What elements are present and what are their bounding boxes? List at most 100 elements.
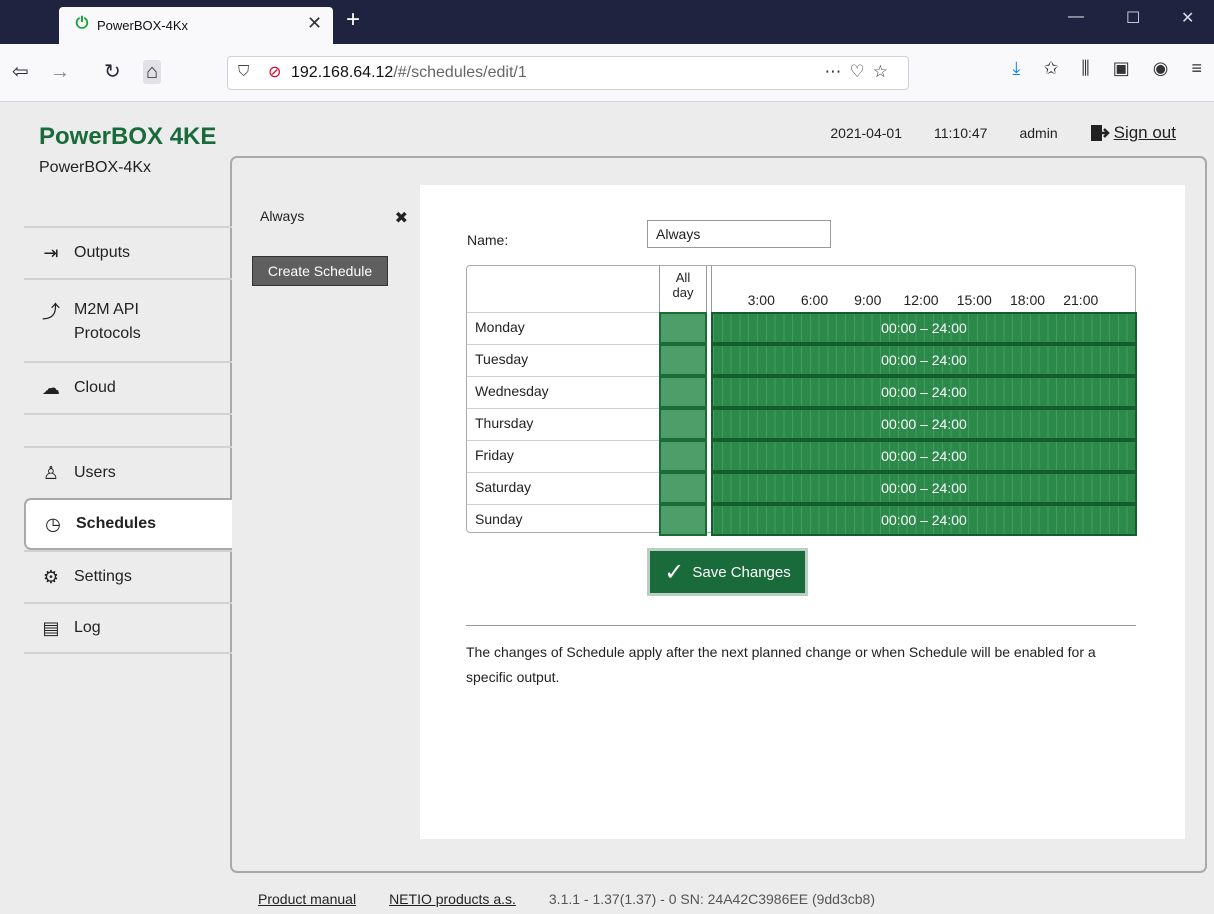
time-range-label: 00:00 – 24:00	[881, 448, 967, 464]
account-icon[interactable]: ◉	[1153, 58, 1169, 78]
nav-label-m2m-line1: M2M API	[74, 301, 139, 318]
shield-icon[interactable]: ⛉	[238, 63, 249, 80]
schedule-name-input[interactable]	[647, 220, 831, 248]
sidebar-icon[interactable]: ▣	[1113, 58, 1130, 78]
m2m-icon: ⤴	[42, 302, 60, 322]
sign-out-link[interactable]: Sign out	[1090, 123, 1176, 143]
time-range-label: 00:00 – 24:00	[881, 352, 967, 368]
nav-item-outputs[interactable]: ⇥ Outputs	[24, 226, 232, 278]
allday-toggle[interactable]	[659, 440, 707, 472]
new-tab-icon[interactable]: +	[346, 6, 360, 34]
schedule-time-bar[interactable]: 00:00 – 24:00	[711, 312, 1137, 344]
allday-toggle[interactable]	[659, 504, 707, 536]
allday-toggle[interactable]	[659, 376, 707, 408]
window-close-icon[interactable]: ✕	[1181, 8, 1194, 28]
minimize-icon[interactable]: —	[1068, 8, 1084, 26]
time-range-label: 00:00 – 24:00	[881, 480, 967, 496]
schedule-time-bar[interactable]: 00:00 – 24:00	[711, 504, 1137, 536]
log-icon: ▤	[42, 617, 60, 638]
delete-schedule-icon[interactable]: ✖	[395, 208, 408, 228]
allday-header-line1: All	[675, 270, 691, 285]
insecure-lock-icon[interactable]: ⊘	[268, 62, 281, 82]
library-icon[interactable]: ⫼	[1081, 58, 1089, 78]
browser-toolbar: ⇦ → ↻ ⌂ ⛉ ⊘ 192.168.64.12/#/schedules/ed…	[0, 44, 1214, 102]
day-label: Wednesday	[467, 376, 659, 408]
save-changes-label: Save Changes	[692, 563, 791, 581]
allday-toggle[interactable]	[659, 344, 707, 376]
schedule-time-bar[interactable]: 00:00 – 24:00	[711, 472, 1137, 504]
url-bar[interactable]: ⛉ ⊘ 192.168.64.12/#/schedules/edit/1 ⋯♡☆	[227, 56, 909, 90]
schedule-grid: All day 3:00 6:00 9:00 12:00 15:00 18:00 21:00…	[466, 265, 1137, 536]
sign-out-icon	[1090, 125, 1110, 141]
header-time: 11:10:47	[934, 125, 988, 141]
day-label: Sunday	[467, 504, 659, 536]
page-actions-icon[interactable]: ⋯	[825, 62, 850, 81]
nav-item-schedules[interactable]: ◷ Schedules	[24, 498, 232, 550]
schedule-time-bar[interactable]: 00:00 – 24:00	[711, 440, 1137, 472]
nav-item-users[interactable]: ♙ Users	[24, 446, 232, 498]
product-manual-link[interactable]: Product manual	[258, 891, 356, 907]
gear-icon: ⚙	[42, 566, 60, 587]
save-changes-button[interactable]: ✓ Save Changes	[647, 548, 808, 596]
home-icon[interactable]: ⌂	[143, 60, 162, 84]
nav-item-cloud[interactable]: ☁ Cloud	[24, 361, 232, 413]
allday-toggle[interactable]	[659, 408, 707, 440]
close-tab-icon[interactable]: ✕	[307, 13, 322, 34]
nav-label-m2m-line2: Protocols	[74, 325, 141, 342]
back-icon[interactable]: ⇦	[12, 60, 29, 84]
download-icon[interactable]: ⤓	[1012, 58, 1020, 78]
schedule-note: The changes of Schedule apply after the …	[466, 644, 1096, 685]
home-star-icon[interactable]: ✩	[1043, 58, 1058, 78]
nav-item-log[interactable]: ▤ Log	[24, 602, 232, 654]
time-range-label: 00:00 – 24:00	[881, 320, 967, 336]
tab-title: PowerBOX-4Kx	[97, 18, 189, 33]
menu-icon[interactable]: ≡	[1191, 58, 1202, 78]
bookmark-star-icon[interactable]: ☆	[873, 62, 896, 81]
divider	[466, 625, 1136, 626]
schedule-time-bar[interactable]: 00:00 – 24:00	[711, 376, 1137, 408]
footer: Product manual NETIO products a.s. 3.1.1…	[258, 891, 875, 907]
header-status: 2021-04-01 11:10:47 admin Sign out	[830, 123, 1176, 143]
allday-header: All day	[659, 266, 707, 312]
allday-toggle[interactable]	[659, 312, 707, 344]
nav-item-settings[interactable]: ⚙ Settings	[24, 550, 232, 602]
reload-icon[interactable]: ↻	[104, 60, 121, 84]
hour-label: 15:00	[956, 292, 992, 308]
cloud-icon: ☁	[42, 377, 60, 398]
time-range-label: 00:00 – 24:00	[881, 384, 967, 400]
schedule-time-bar[interactable]: 00:00 – 24:00	[711, 408, 1137, 440]
power-icon: ⏻	[75, 15, 89, 32]
nav-label-log: Log	[74, 619, 101, 636]
url-host: 192.168.64.12	[291, 64, 394, 81]
time-range-label: 00:00 – 24:00	[881, 512, 967, 528]
brand-title: PowerBOX 4KE	[39, 123, 217, 150]
nav-label-cloud: Cloud	[74, 379, 116, 396]
hour-label: 9:00	[854, 292, 882, 308]
clock-icon: ◷	[45, 513, 61, 534]
name-label: Name:	[467, 232, 509, 248]
maximize-icon[interactable]: ☐	[1126, 8, 1140, 28]
schedule-list: Always ✖	[260, 208, 420, 228]
allday-toggle[interactable]	[659, 472, 707, 504]
hours-header: 3:00 6:00 9:00 12:00 15:00 18:00 21:00	[711, 266, 1137, 312]
day-label: Tuesday	[467, 344, 659, 376]
schedule-editor: Name: All day 3:00 6:00 9:00 12:00 15:00 18:0…	[420, 185, 1185, 839]
create-schedule-button[interactable]: Create Schedule	[252, 256, 388, 286]
nav-label-schedules: Schedules	[76, 515, 157, 532]
schedule-time-bar[interactable]: 00:00 – 24:00	[711, 344, 1137, 376]
pocket-icon[interactable]: ♡	[850, 62, 873, 81]
nav-label-outputs: Outputs	[74, 244, 131, 261]
checkmark-icon: ✓	[664, 558, 685, 586]
browser-tab[interactable]: ⏻ PowerBOX-4Kx ✕	[59, 7, 333, 44]
schedule-list-item[interactable]: Always ✖	[260, 208, 408, 228]
day-label: Friday	[467, 440, 659, 472]
browser-tab-bar: ⏻ PowerBOX-4Kx ✕ + — ☐ ✕	[0, 0, 1214, 44]
users-icon: ♙	[42, 462, 60, 483]
header-user: admin	[1019, 125, 1058, 141]
side-nav: ⇥ Outputs ⤴ M2M API Protocols ☁ Cloud ♙ U…	[24, 226, 232, 654]
sign-out-label: Sign out	[1113, 123, 1176, 142]
nav-spacer	[24, 413, 232, 446]
forward-icon[interactable]: →	[50, 60, 70, 84]
nav-item-m2m-api[interactable]: ⤴ M2M API Protocols	[24, 278, 232, 361]
company-link[interactable]: NETIO products a.s.	[389, 891, 516, 907]
